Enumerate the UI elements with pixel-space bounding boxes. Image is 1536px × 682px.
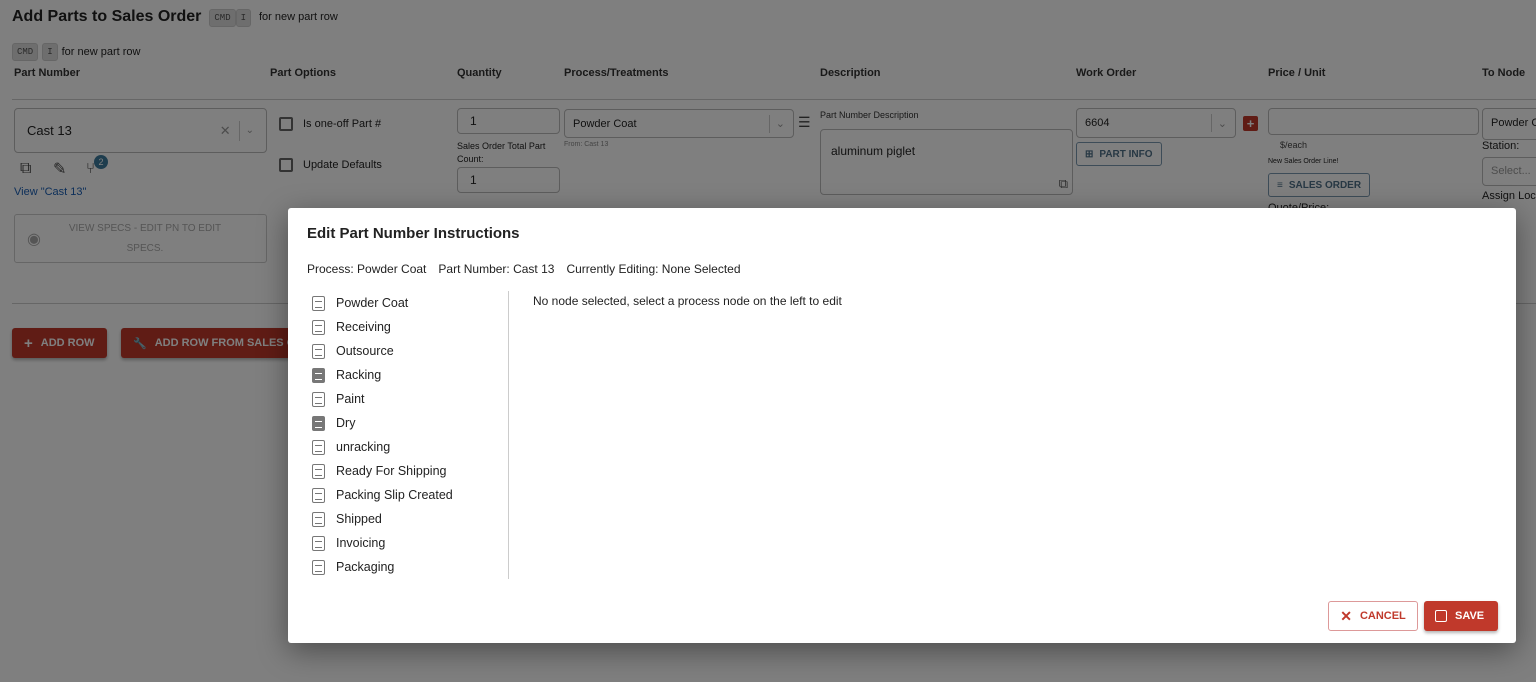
process-node-item[interactable]: Receiving (312, 315, 453, 339)
document-icon (312, 439, 325, 455)
process-node-list: Powder Coat Receiving Outsource Racking Pain… (312, 291, 453, 579)
document-icon (312, 295, 325, 311)
process-node-label: Packaging (336, 560, 395, 574)
process-node-label: Paint (336, 392, 365, 406)
document-icon (312, 343, 325, 359)
save-icon (1435, 610, 1447, 622)
process-node-item[interactable]: Packaging (312, 555, 453, 579)
cancel-button[interactable]: ✕ CANCEL (1328, 601, 1418, 631)
process-node-label: Packing Slip Created (336, 488, 453, 502)
process-node-item[interactable]: unracking (312, 435, 453, 459)
document-icon (312, 535, 325, 551)
document-icon (312, 391, 325, 407)
process-node-label: Invoicing (336, 536, 386, 550)
process-node-item[interactable]: Packing Slip Created (312, 483, 453, 507)
process-node-item[interactable]: Invoicing (312, 531, 453, 555)
process-node-label: Powder Coat (336, 296, 409, 310)
process-node-label: Receiving (336, 320, 391, 334)
process-node-item[interactable]: Dry (312, 411, 453, 435)
close-icon: ✕ (1340, 607, 1352, 624)
process-node-label: Ready For Shipping (336, 464, 447, 478)
document-icon (312, 367, 325, 383)
document-icon (312, 319, 325, 335)
process-node-label: Dry (336, 416, 356, 430)
dialog-info: Process: Powder Coat Part Number: Cast 1… (307, 262, 741, 276)
process-node-item[interactable]: Outsource (312, 339, 453, 363)
document-icon (312, 463, 325, 479)
document-icon (312, 487, 325, 503)
edit-instructions-dialog: Edit Part Number Instructions Process: P… (288, 208, 1516, 643)
process-node-label: Shipped (336, 512, 382, 526)
document-icon (312, 415, 325, 431)
process-node-item[interactable]: Racking (312, 363, 453, 387)
process-node-label: Racking (336, 368, 382, 382)
process-info: Process: Powder Coat (307, 262, 427, 276)
part-number-info: Part Number: Cast 13 (438, 262, 555, 276)
empty-message: No node selected, select a process node … (533, 294, 842, 308)
process-node-item[interactable]: Paint (312, 387, 453, 411)
process-node-item[interactable]: Ready For Shipping (312, 459, 453, 483)
dialog-title: Edit Part Number Instructions (307, 225, 520, 242)
process-node-label: unracking (336, 440, 391, 454)
process-node-label: Outsource (336, 344, 394, 358)
save-button[interactable]: SAVE (1424, 601, 1498, 631)
process-node-item[interactable]: Shipped (312, 507, 453, 531)
editing-info: Currently Editing: None Selected (566, 262, 741, 276)
process-node-item[interactable]: Powder Coat (312, 291, 453, 315)
document-icon (312, 559, 325, 575)
panel-divider (508, 291, 509, 579)
document-icon (312, 511, 325, 527)
